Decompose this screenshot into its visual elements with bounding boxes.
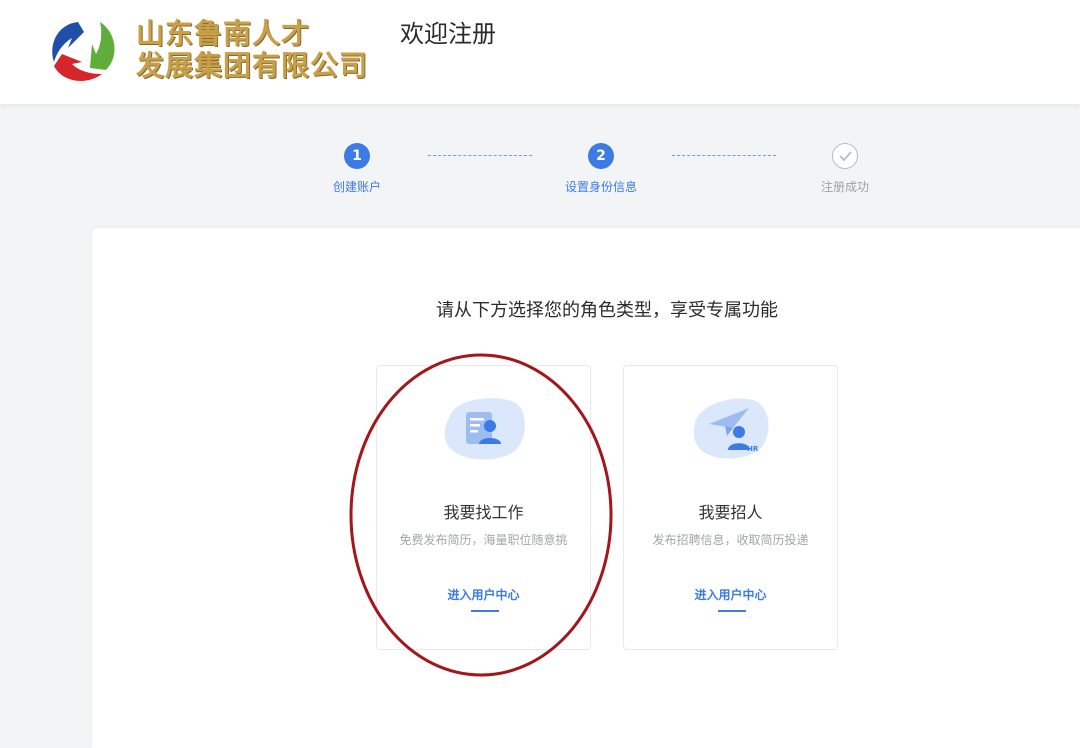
step-registration-success: 注册成功 xyxy=(785,140,905,195)
role-card-recruiter[interactable]: HR 我要招人 发布招聘信息，收取简历投递 进入用户中心 xyxy=(623,365,838,650)
site-header: 山东鲁南人才 发展集团有限公司 欢迎注册 xyxy=(0,0,1080,104)
step-connector xyxy=(428,155,532,156)
step-identity-info: 2 设置身份信息 xyxy=(541,140,661,195)
registration-steps: 1 创建账户 2 设置身份信息 注册成功 xyxy=(0,140,1080,200)
link-underline xyxy=(718,610,746,612)
brand-name-line1: 山东鲁南人才 xyxy=(136,17,311,50)
role-description: 发布招聘信息，收取简历投递 xyxy=(652,533,809,547)
step-create-account: 1 创建账户 xyxy=(297,140,417,195)
check-icon xyxy=(838,151,852,162)
step-label: 创建账户 xyxy=(332,180,381,194)
step-connector xyxy=(672,155,776,156)
role-prompt: 请从下方选择您的角色类型，享受专属功能 xyxy=(436,300,778,321)
step-number-badge: 1 xyxy=(344,143,370,169)
enter-user-center-link[interactable]: 进入用户中心 xyxy=(377,586,590,603)
enter-user-center-link[interactable]: 进入用户中心 xyxy=(624,586,837,603)
role-title: 我要招人 xyxy=(698,503,763,522)
step-label: 设置身份信息 xyxy=(564,180,637,194)
step-label: 注册成功 xyxy=(820,180,869,194)
company-logo-icon xyxy=(52,22,115,81)
step-number-badge: 2 xyxy=(588,143,614,169)
link-underline xyxy=(471,610,499,612)
brand-name: 山东鲁南人才 发展集团有限公司 xyxy=(136,18,368,82)
role-card-job-seeker[interactable]: 我要找工作 免费发布简历，海量职位随意挑 进入用户中心 xyxy=(376,365,591,650)
paper-plane-hr-icon: HR xyxy=(693,398,769,459)
brand-name-line2: 发展集团有限公司 xyxy=(136,49,369,82)
page-title: 欢迎注册 xyxy=(400,20,496,48)
role-description: 免费发布简历，海量职位随意挑 xyxy=(399,533,568,547)
resume-person-icon xyxy=(444,398,525,460)
step-check-badge xyxy=(832,143,858,169)
role-title: 我要找工作 xyxy=(443,503,524,522)
svg-text:HR: HR xyxy=(747,445,759,453)
